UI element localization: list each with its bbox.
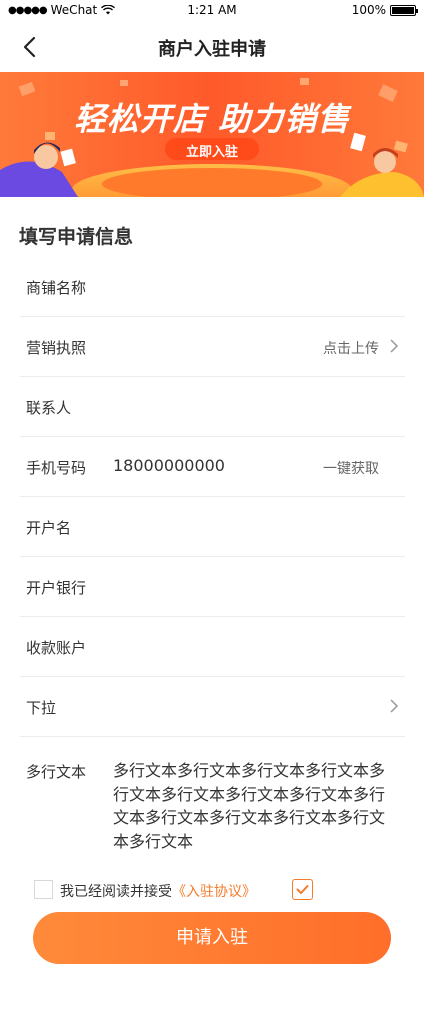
- multiline-textarea[interactable]: 多行文本多行文本多行文本多行文本多行文本多行文本多行文本多行文本多行文本多行文本…: [113, 759, 398, 853]
- field-label: 开户名: [26, 519, 72, 537]
- battery-icon: [390, 4, 418, 16]
- status-bar: ●●●●● WeChat 1:21 AM 100%: [0, 0, 424, 22]
- field-account-number[interactable]: 收款账户: [20, 617, 405, 677]
- upload-link[interactable]: 点击上传: [323, 338, 379, 358]
- application-form: 填写申请信息 商铺名称 营销执照 点击上传 联系人 手机号码 180000000…: [0, 197, 424, 1024]
- field-label: 下拉: [26, 699, 57, 717]
- agreement-row: 我已经阅读并接受《入驻协议》: [34, 879, 394, 901]
- field-label: 营销执照: [26, 339, 87, 357]
- agreement-checkbox[interactable]: [292, 879, 313, 900]
- battery-percent: 100%: [351, 3, 386, 17]
- field-phone[interactable]: 手机号码 18000000000 一键获取: [20, 437, 405, 497]
- field-dropdown[interactable]: 下拉: [20, 677, 405, 737]
- banner-cta: 立即入驻: [185, 145, 238, 160]
- field-label: 收款账户: [26, 639, 87, 657]
- field-label: 多行文本: [26, 763, 87, 781]
- form-title: 填写申请信息: [19, 226, 134, 248]
- field-shop-name[interactable]: 商铺名称: [20, 257, 405, 317]
- field-label: 联系人: [26, 399, 72, 417]
- banner-headline: 轻松开店 助力销售: [73, 100, 351, 138]
- field-multiline[interactable]: 多行文本 多行文本多行文本多行文本多行文本多行文本多行文本多行文本多行文本多行文…: [20, 741, 405, 866]
- one-click-fetch-button[interactable]: 一键获取: [323, 458, 379, 478]
- field-account-name[interactable]: 开户名: [20, 497, 405, 557]
- page-title: 商户入驻申请: [158, 39, 266, 60]
- chevron-right-icon: [390, 699, 399, 713]
- nav-bar: 商户入驻申请: [0, 22, 424, 72]
- field-label: 手机号码: [26, 459, 87, 477]
- field-label: 商铺名称: [26, 279, 87, 297]
- status-right: 100%: [351, 3, 418, 17]
- field-label: 开户银行: [26, 579, 87, 597]
- checkmark-icon: [296, 885, 309, 894]
- field-bank[interactable]: 开户银行: [20, 557, 405, 617]
- agreement-checkbox-empty[interactable]: [34, 880, 53, 899]
- promo-banner[interactable]: 轻松开店 助力销售 立即入驻: [0, 72, 424, 197]
- field-business-license[interactable]: 营销执照 点击上传: [20, 317, 405, 377]
- agreement-text: 我已经阅读并接受《入驻协议》: [60, 881, 256, 901]
- agreement-link[interactable]: 《入驻协议》: [172, 884, 256, 900]
- phone-value[interactable]: 18000000000: [113, 456, 225, 475]
- field-contact[interactable]: 联系人: [20, 377, 405, 437]
- agreement-label: 我已经阅读并接受: [60, 884, 172, 900]
- submit-button[interactable]: 申请入驻: [33, 912, 391, 964]
- chevron-right-icon: [390, 339, 399, 353]
